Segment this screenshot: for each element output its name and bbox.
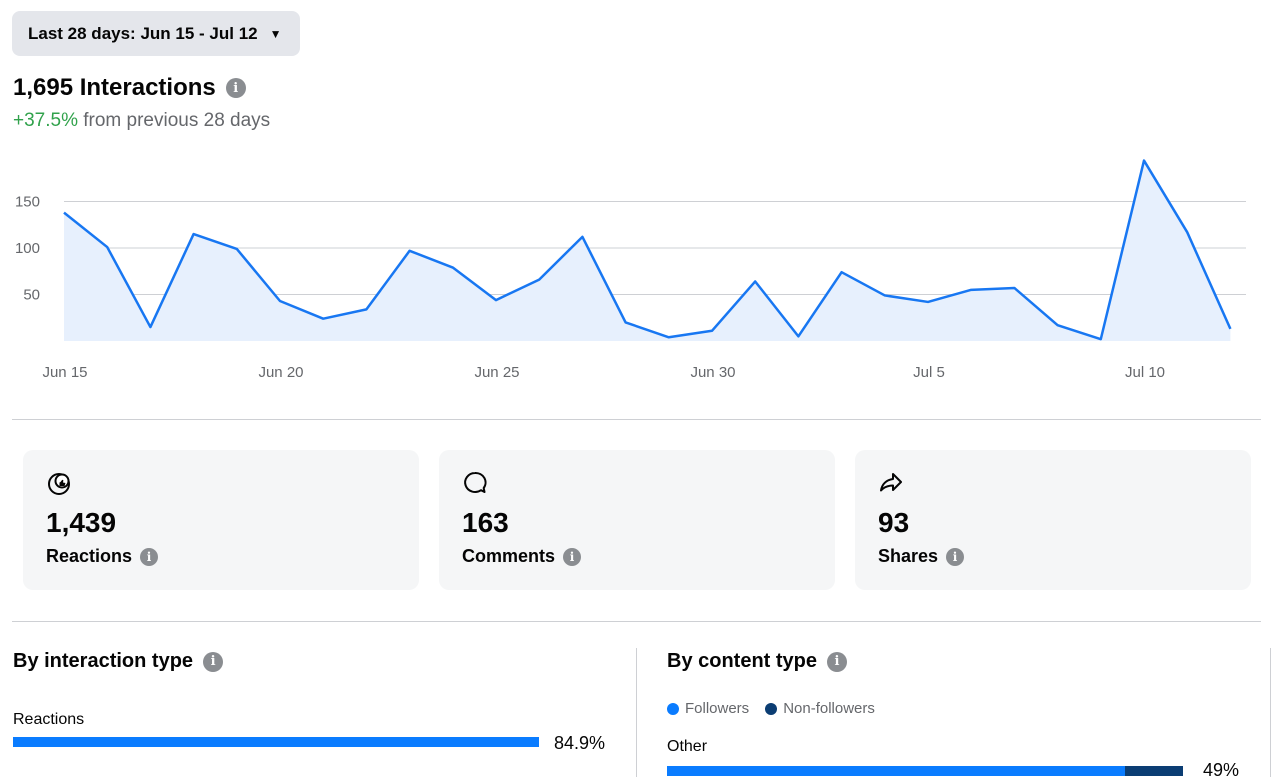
legend-followers-label: Followers (685, 700, 749, 717)
other-bar-label: Other (667, 738, 707, 756)
shares-label: Shares i (878, 546, 1228, 567)
x-tick-label: Jul 10 (1125, 364, 1165, 381)
info-icon[interactable]: i (827, 652, 847, 672)
comments-label: Comments i (462, 546, 812, 567)
other-bar-percent: 49% (1203, 760, 1239, 781)
info-icon[interactable]: i (203, 652, 223, 672)
info-icon[interactable]: i (563, 548, 581, 566)
followers-swatch (667, 703, 679, 715)
reactions-label: Reactions i (46, 546, 396, 567)
interactions-total: 1,695 Interactions i (13, 74, 246, 102)
share-icon (878, 470, 904, 496)
y-tick-label: 50 (23, 287, 40, 304)
by-content-type-heading: By content type i (667, 650, 847, 673)
legend-non-followers: Non-followers (765, 700, 875, 717)
y-tick-label: 150 (15, 194, 40, 211)
reactions-bar (13, 737, 539, 747)
legend-followers: Followers (667, 700, 749, 717)
by-content-type-title: By content type (667, 650, 817, 673)
comments-card: 163 Comments i (439, 450, 835, 590)
date-range-label: Last 28 days: Jun 15 - Jul 12 (28, 24, 258, 44)
x-tick-label: Jun 20 (258, 364, 303, 381)
other-bar (667, 766, 1183, 776)
comments-value: 163 (462, 507, 812, 539)
info-icon[interactable]: i (226, 78, 246, 98)
shares-value: 93 (878, 507, 1228, 539)
non-followers-swatch (765, 703, 777, 715)
interactions-change: +37.5% from previous 28 days (13, 110, 270, 132)
interactions-line-chart: 150 100 50 Jun 15 Jun 20 Jun 25 Jun 30 Jul 5 Jul… (0, 150, 1281, 390)
divider (12, 419, 1261, 420)
reactions-icon (46, 470, 72, 496)
content-type-legend: Followers Non-followers (667, 700, 891, 717)
interactions-total-label: 1,695 Interactions (13, 74, 216, 102)
x-tick-label: Jun 30 (690, 364, 735, 381)
reactions-bar-label: Reactions (13, 711, 84, 729)
comment-icon (462, 470, 488, 496)
comments-label-text: Comments (462, 546, 555, 567)
chevron-down-icon: ▼ (270, 27, 282, 41)
info-icon[interactable]: i (946, 548, 964, 566)
x-tick-label: Jun 25 (474, 364, 519, 381)
section-divider (1270, 648, 1271, 777)
change-suffix: from previous 28 days (78, 110, 270, 131)
y-tick-label: 100 (15, 240, 40, 257)
shares-card: 93 Shares i (855, 450, 1251, 590)
x-tick-label: Jun 15 (42, 364, 87, 381)
divider (12, 621, 1261, 622)
other-bar-followers (667, 766, 1125, 776)
reactions-card: 1,439 Reactions i (23, 450, 419, 590)
other-bar-non-followers (1125, 766, 1183, 776)
reactions-label-text: Reactions (46, 546, 132, 567)
info-icon[interactable]: i (140, 548, 158, 566)
date-range-selector[interactable]: Last 28 days: Jun 15 - Jul 12 ▼ (12, 11, 300, 56)
x-tick-label: Jul 5 (913, 364, 945, 381)
reactions-value: 1,439 (46, 507, 396, 539)
section-divider (636, 648, 637, 777)
by-interaction-type-heading: By interaction type i (13, 650, 223, 673)
legend-non-followers-label: Non-followers (783, 700, 875, 717)
change-percent: +37.5% (13, 110, 78, 131)
by-interaction-type-title: By interaction type (13, 650, 193, 673)
reactions-bar-percent: 84.9% (554, 733, 605, 754)
shares-label-text: Shares (878, 546, 938, 567)
